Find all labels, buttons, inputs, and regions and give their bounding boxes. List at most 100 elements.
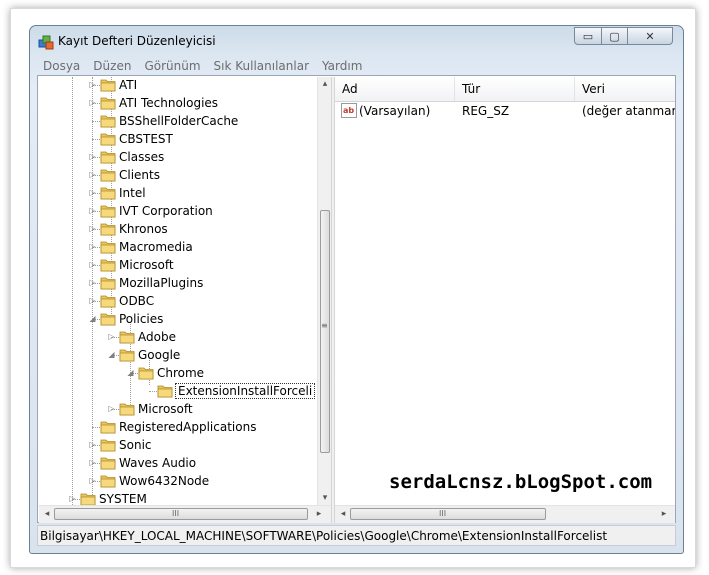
tree-vertical-scrollbar[interactable]: ▴ ≡ ▾ bbox=[317, 77, 331, 505]
tree-node[interactable]: ExtensionInstallForceli bbox=[39, 382, 317, 400]
title-bar[interactable]: Kayıt Defteri Düzenleyicisi ▭ ▢ ✕ bbox=[30, 26, 683, 54]
collapse-icon[interactable]: ◢ bbox=[126, 368, 135, 377]
tree-node[interactable]: ▷ Waves Audio bbox=[39, 454, 317, 472]
tree-node[interactable]: RegisteredApplications bbox=[39, 418, 317, 436]
minimize-button[interactable]: ▭ bbox=[574, 27, 602, 45]
hgrip-icon: III bbox=[439, 509, 447, 518]
tree-node[interactable]: CBSTEST bbox=[39, 130, 317, 148]
column-header-data[interactable]: Veri bbox=[575, 77, 675, 101]
folder-icon bbox=[100, 223, 116, 236]
column-header-type[interactable]: Tür bbox=[455, 77, 575, 101]
grip-icon: ≡ bbox=[321, 321, 328, 330]
scroll-right-icon[interactable]: ▸ bbox=[659, 507, 669, 521]
tree-node[interactable]: ▷ Macromedia bbox=[39, 238, 317, 256]
tree-node[interactable]: ▷ Adobe bbox=[39, 328, 317, 346]
expand-icon[interactable]: ▷ bbox=[88, 260, 97, 269]
expand-icon[interactable]: ▷ bbox=[88, 206, 97, 215]
tree-node[interactable]: ▷ Classes bbox=[39, 148, 317, 166]
tree-node-label: Adobe bbox=[138, 330, 176, 344]
tree-rows: ▷ ATI ▷ ATI Technologies BSShellFolderCache C… bbox=[39, 77, 317, 505]
string-value-icon: ab bbox=[341, 103, 357, 118]
expand-icon[interactable]: ▷ bbox=[68, 494, 77, 503]
folder-icon bbox=[100, 133, 116, 146]
collapse-icon[interactable]: ◢ bbox=[88, 314, 97, 323]
expand-icon[interactable]: ▷ bbox=[88, 296, 97, 305]
close-button[interactable]: ✕ bbox=[627, 27, 673, 45]
folder-icon bbox=[100, 151, 116, 164]
expand-icon[interactable]: ▷ bbox=[88, 440, 97, 449]
expand-icon bbox=[88, 134, 97, 143]
expand-icon[interactable]: ▷ bbox=[88, 458, 97, 467]
expand-icon[interactable]: ▷ bbox=[107, 404, 116, 413]
expand-icon[interactable]: ▷ bbox=[88, 278, 97, 287]
tree-node-label: CBSTEST bbox=[119, 132, 173, 146]
tree-node-label: RegisteredApplications bbox=[119, 420, 257, 434]
tree-hscroll-thumb[interactable]: III bbox=[54, 508, 308, 520]
tree-node[interactable]: ▷ IVT Corporation bbox=[39, 202, 317, 220]
expand-icon[interactable]: ▷ bbox=[88, 98, 97, 107]
window-title: Kayıt Defteri Düzenleyicisi bbox=[58, 34, 216, 48]
tree-node[interactable]: ▷ ATI Technologies bbox=[39, 94, 317, 112]
svg-text:ab: ab bbox=[343, 106, 354, 115]
list-item[interactable]: ab (Varsayılan) REG_SZ (değer atanmamış) bbox=[335, 102, 675, 120]
scroll-left-icon[interactable]: ◂ bbox=[42, 507, 52, 521]
folder-icon bbox=[100, 295, 116, 308]
tree-node[interactable]: ▷ Wow6432Node bbox=[39, 472, 317, 490]
folder-icon bbox=[119, 331, 135, 344]
tree-node[interactable]: ▷ Microsoft bbox=[39, 400, 317, 418]
client-area: ▷ ATI ▷ ATI Technologies BSShellFolderCache C… bbox=[37, 75, 676, 523]
tree-node-label: Wow6432Node bbox=[119, 474, 210, 488]
tree-node-label: SYSTEM bbox=[99, 492, 147, 505]
tree-node[interactable]: ▷ Sonic bbox=[39, 436, 317, 454]
folder-icon bbox=[100, 169, 116, 182]
expand-icon[interactable]: ▷ bbox=[88, 242, 97, 251]
tree-node[interactable]: ▷ SYSTEM bbox=[39, 490, 317, 505]
menu-favorites[interactable]: Sık Kullanılanlar bbox=[208, 59, 316, 73]
tree-node[interactable]: ▷ MozillaPlugins bbox=[39, 274, 317, 292]
tree-node[interactable]: ▷ Microsoft bbox=[39, 256, 317, 274]
expand-icon[interactable]: ▷ bbox=[88, 476, 97, 485]
list-horizontal-scrollbar[interactable]: ◂ III ▸ bbox=[335, 505, 675, 523]
expand-icon[interactable]: ▷ bbox=[88, 80, 97, 89]
tree-node[interactable]: ▷ Clients bbox=[39, 166, 317, 184]
tree-vscroll-thumb[interactable]: ≡ bbox=[320, 210, 330, 453]
collapse-icon[interactable]: ◢ bbox=[107, 350, 116, 359]
expand-icon[interactable]: ▷ bbox=[88, 224, 97, 233]
tree-node[interactable]: ▷ Intel bbox=[39, 184, 317, 202]
tree-node[interactable]: ▷ ODBC bbox=[39, 292, 317, 310]
scroll-up-icon[interactable]: ▴ bbox=[320, 77, 330, 91]
expand-icon[interactable]: ▷ bbox=[107, 332, 116, 341]
column-header-name[interactable]: Ad bbox=[335, 77, 455, 101]
tree-horizontal-scrollbar[interactable]: ◂ III ▸ bbox=[39, 505, 331, 523]
expand-icon[interactable]: ▷ bbox=[88, 152, 97, 161]
menu-view[interactable]: Görünüm bbox=[138, 59, 207, 73]
folder-icon bbox=[138, 367, 154, 380]
tree-node[interactable]: ◢ Chrome bbox=[39, 364, 317, 382]
tree-node[interactable]: ◢ Policies bbox=[39, 310, 317, 328]
scroll-down-icon[interactable]: ▾ bbox=[320, 491, 330, 505]
expand-icon[interactable]: ▷ bbox=[88, 188, 97, 197]
scroll-left-icon[interactable]: ◂ bbox=[338, 507, 348, 521]
tree-node[interactable]: ▷ Khronos bbox=[39, 220, 317, 238]
tree-node-label: BSShellFolderCache bbox=[119, 114, 239, 128]
list-hscroll-thumb[interactable]: III bbox=[350, 508, 546, 520]
folder-icon bbox=[100, 241, 116, 254]
expand-icon bbox=[145, 386, 154, 395]
expand-icon[interactable]: ▷ bbox=[88, 170, 97, 179]
tree-node-label: Microsoft bbox=[138, 402, 193, 416]
folder-icon bbox=[100, 259, 116, 272]
tree-node[interactable]: ◢ Google bbox=[39, 346, 317, 364]
tree-node-label: ExtensionInstallForceli bbox=[174, 383, 316, 399]
tree-node[interactable]: ▷ ATI bbox=[39, 77, 317, 94]
folder-icon bbox=[100, 313, 116, 326]
menu-help[interactable]: Yardım bbox=[316, 59, 369, 73]
maximize-button[interactable]: ▢ bbox=[601, 27, 628, 45]
tree-node[interactable]: BSShellFolderCache bbox=[39, 112, 317, 130]
menu-edit[interactable]: Düzen bbox=[87, 59, 138, 73]
scroll-right-icon[interactable]: ▸ bbox=[314, 507, 324, 521]
tree-node-label: Intel bbox=[119, 186, 146, 200]
folder-icon bbox=[100, 421, 116, 434]
menu-file[interactable]: Dosya bbox=[37, 59, 87, 73]
tree-node-label: ATI Technologies bbox=[119, 96, 219, 110]
tree-node-label: Google bbox=[138, 348, 181, 362]
